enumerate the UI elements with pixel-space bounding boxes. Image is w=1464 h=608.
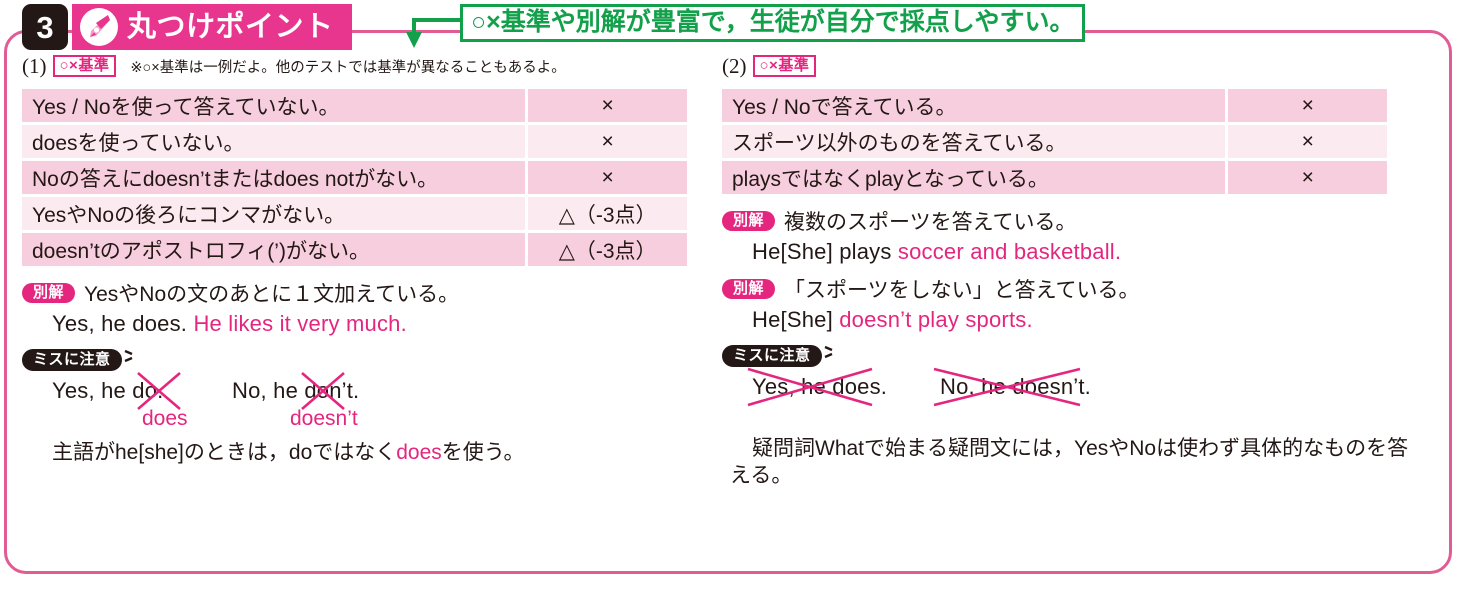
criteria-table: Yes / Noで答えている。 × スポーツ以外のものを答えている。 × playsでは… — [722, 86, 1387, 197]
criteria-mark: × — [1228, 125, 1387, 158]
alternative-badge: 別解 — [722, 279, 776, 299]
wrong-examples: Yes, he does. No, he doesn’t. — [747, 367, 1412, 407]
callout-text: ○×基準や別解が豊富で，生徒が自分で採点しやすい。 — [471, 8, 1075, 36]
mistake-heading: ミスに注意 — [22, 347, 712, 372]
alternative-sentence: Yes, he does. He likes it very much. — [52, 311, 407, 336]
criteria-description: Yes / Noで答えている。 — [722, 89, 1229, 122]
criteria-mark: △（-3点） — [528, 233, 687, 266]
correction-row — [752, 403, 1412, 431]
criteria-mark: × — [528, 161, 687, 194]
table-row: doesを使っていない。 × — [22, 125, 687, 158]
criteria-badge: ○×基準 — [52, 55, 117, 77]
pen-nib-glyph — [90, 15, 110, 37]
wrong-sentence: No, he doesn’t. — [940, 374, 1091, 399]
pen-nib-icon — [80, 8, 118, 46]
correction-word: does — [142, 407, 188, 430]
alternative-answer: 別解 「スポーツをしない」と答えている。 — [722, 274, 1412, 304]
criteria-mark: × — [528, 125, 687, 158]
table-row: Yes / Noで答えている。 × — [722, 89, 1387, 122]
table-row: playsではなくplayとなっている。 × — [722, 161, 1387, 194]
question-heading: (2) ○×基準 — [722, 52, 1412, 80]
mistake-badge: ミスに注意 — [722, 344, 822, 367]
criteria-description: doesn’tのアポストロフィ(’)がない。 — [22, 233, 529, 266]
criteria-mark: × — [528, 89, 687, 122]
alternative-badge: 別解 — [722, 211, 776, 231]
alternative-answer: 別解 YesやNoの文のあとに１文加えている。 — [22, 278, 712, 308]
criteria-table: Yes / Noを使って答えていない。 × doesを使っていない。 × Noの答えにd… — [22, 86, 687, 269]
section-title-band: 丸つけポイント — [72, 4, 352, 50]
table-row: スポーツ以外のものを答えている。 × — [722, 125, 1387, 158]
alternative-highlight: He likes it very much. — [193, 311, 407, 336]
table-row: Noの答えにdoesn’tまたはdoes notがない。 × — [22, 161, 687, 194]
criteria-description: Yes / Noを使って答えていない。 — [22, 89, 529, 122]
alternative-description: YesやNoの文のあとに１文加えている。 — [84, 283, 460, 306]
criteria-description: playsではなくplayとなっている。 — [722, 161, 1229, 194]
column-right: (2) ○×基準 Yes / Noで答えている。 × スポーツ以外のものを答えている。 ×… — [722, 52, 1412, 490]
alternative-answer: 別解 複数のスポーツを答えている。 — [722, 206, 1412, 236]
table-row: Yes / Noを使って答えていない。 × — [22, 89, 687, 122]
green-callout-box: ○×基準や別解が豊富で，生徒が自分で採点しやすい。 — [460, 4, 1086, 43]
question-heading: (1) ○×基準 ※○×基準は一例だよ。他のテストでは基準が異なることもあるよ。 — [22, 52, 712, 80]
wrong-sentence: Yes, he does. — [752, 374, 888, 399]
wrong-examples: Yes, he do. No, he don’t. — [52, 372, 712, 410]
section-number-badge: 3 — [22, 4, 68, 50]
mistake-badge: ミスに注意 — [22, 348, 122, 371]
alternative-sentence: He[She] plays soccer and basketball. — [752, 239, 1122, 264]
alternative-description: 複数のスポーツを答えている。 — [784, 211, 1077, 234]
criteria-mark: △（-3点） — [528, 197, 687, 230]
table-row: doesn’tのアポストロフィ(’)がない。 △（-3点） — [22, 233, 687, 266]
alternative-badge: 別解 — [22, 283, 76, 303]
alternative-sentence: He[She] doesn’t play sports. — [752, 307, 1033, 332]
criteria-description: doesを使っていない。 — [22, 125, 529, 158]
alternative-highlight: soccer and basketball. — [897, 239, 1122, 264]
explanation-highlight: does — [396, 441, 442, 464]
alternative-description: 「スポーツをしない」と答えている。 — [784, 279, 1140, 302]
criteria-description: YesやNoの後ろにコンマがない。 — [22, 197, 529, 230]
mistake-explanation: 疑問詞Whatで始まる疑問文には，YesやNoは使わず具体的なものを答える。 — [730, 437, 1409, 488]
mistake-ticks-icon — [824, 343, 836, 368]
section-header: 3 丸つけポイント — [22, 2, 352, 52]
correction-row: does doesn’t — [52, 407, 712, 435]
down-arrow-icon — [398, 16, 468, 50]
table-row: YesやNoの後ろにコンマがない。 △（-3点） — [22, 197, 687, 230]
correction-word: doesn’t — [290, 407, 358, 430]
alternative-highlight: doesn’t play sports. — [839, 307, 1033, 332]
column-left: (1) ○×基準 ※○×基準は一例だよ。他のテストでは基準が異なることもあるよ。 Ye… — [22, 52, 712, 466]
criteria-badge: ○×基準 — [752, 55, 817, 77]
criteria-mark: × — [1228, 161, 1387, 194]
criteria-mark: × — [1228, 89, 1387, 122]
question-number: (2) — [722, 53, 747, 78]
mistake-explanation: 主語がhe[she]のときは，doではなくdoesを使う。 — [52, 441, 525, 464]
mistake-heading: ミスに注意 — [722, 343, 1412, 368]
criteria-note: ※○×基準は一例だよ。他のテストでは基準が異なることもあるよ。 — [130, 59, 566, 76]
question-number: (1) — [22, 53, 47, 78]
wrong-sentence: No, he don’t. — [232, 378, 360, 403]
section-title: 丸つけポイント — [127, 10, 334, 43]
criteria-description: スポーツ以外のものを答えている。 — [722, 125, 1229, 158]
mistake-ticks-icon — [124, 347, 136, 372]
wrong-sentence: Yes, he do. — [52, 378, 164, 403]
criteria-description: Noの答えにdoesn’tまたはdoes notがない。 — [22, 161, 529, 194]
